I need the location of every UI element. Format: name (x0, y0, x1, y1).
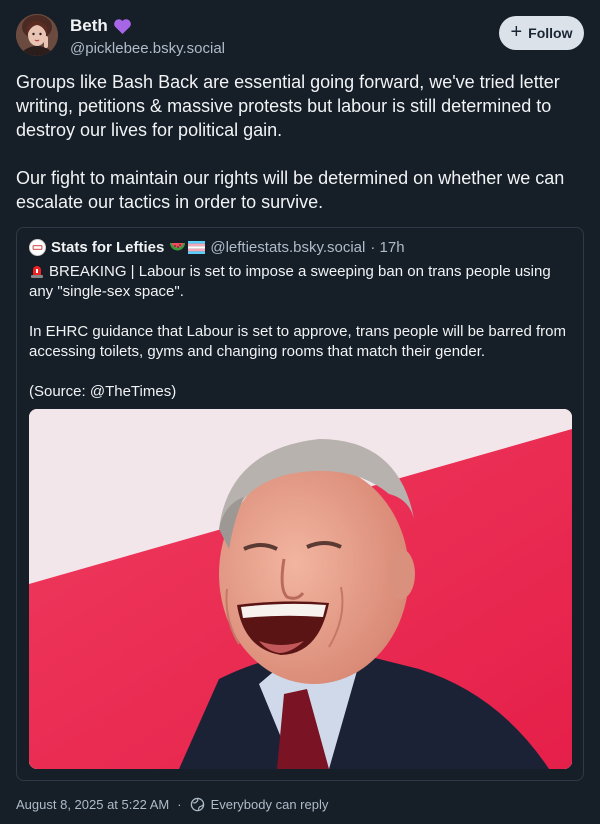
purple-heart-icon (113, 18, 131, 34)
siren-icon (31, 266, 43, 278)
follow-button[interactable]: + Follow (499, 16, 584, 50)
follow-label: Follow (528, 25, 573, 41)
quoted-author-avatar[interactable] (29, 239, 46, 256)
reply-setting[interactable]: Everybody can reply (211, 797, 329, 812)
avatar-image (16, 14, 58, 56)
quoted-post[interactable]: Stats for Lefties @leftiestats.bsky.soci… (16, 227, 584, 781)
trans-flag-icon (188, 241, 206, 254)
watermelon-icon (170, 242, 186, 250)
quoted-post-text-content: BREAKING | Labour is set to impose a swe… (29, 263, 566, 400)
quoted-author-emojis (169, 241, 206, 255)
quoted-post-time: · 17h (370, 239, 405, 256)
post-header: Beth @picklebee.bsky.social + Follow (16, 14, 584, 60)
post-body-text: Groups like Bash Back are essential goin… (16, 72, 565, 212)
quoted-post-text: BREAKING | Labour is set to impose a swe… (29, 262, 574, 402)
author-display-name[interactable]: Beth (70, 16, 225, 36)
laughing-man-photo (29, 409, 572, 769)
quoted-author-name[interactable]: Stats for Lefties (51, 239, 164, 256)
post-footer: August 8, 2025 at 5:22 AM · Everybody ca… (16, 797, 328, 812)
quoted-post-header: Stats for Lefties @leftiestats.bsky.soci… (29, 239, 571, 256)
globe-reply-icon (190, 797, 204, 812)
stats-avatar-icon (30, 240, 45, 255)
author-avatar[interactable] (16, 14, 58, 56)
plus-icon: + (510, 21, 523, 43)
quoted-post-image[interactable] (29, 409, 572, 769)
quoted-author-handle[interactable]: @leftiestats.bsky.social (210, 239, 365, 256)
author-handle[interactable]: @picklebee.bsky.social (70, 40, 225, 57)
author-name-text: Beth (70, 16, 108, 35)
post-timestamp[interactable]: August 8, 2025 at 5:22 AM (16, 797, 169, 812)
separator-dot: · (177, 797, 182, 812)
